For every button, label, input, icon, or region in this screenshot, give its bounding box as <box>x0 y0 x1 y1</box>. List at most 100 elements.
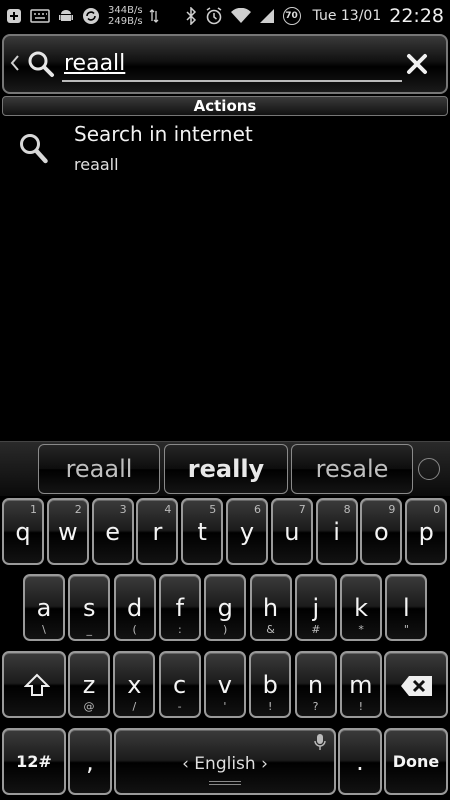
key-label: i <box>333 518 340 546</box>
key-hint: & <box>266 623 275 636</box>
key-q[interactable]: q1 <box>2 498 44 565</box>
keyboard-icon <box>30 9 50 23</box>
key-p[interactable]: p0 <box>405 498 448 565</box>
key-label: v <box>217 671 232 699</box>
key-o[interactable]: o9 <box>360 498 403 565</box>
key-label: g <box>217 594 233 622</box>
key-t[interactable]: t5 <box>181 498 224 565</box>
data-transfer-icon <box>149 8 159 24</box>
key-label: c <box>172 671 187 699</box>
key-label: x <box>127 671 142 699</box>
key-label: o <box>374 518 389 546</box>
key-b[interactable]: b! <box>249 651 292 718</box>
key-h[interactable]: h & <box>249 574 292 641</box>
key-u[interactable]: u7 <box>270 498 313 565</box>
key-hint: 3 <box>119 503 127 516</box>
key-hint: 2 <box>74 503 82 516</box>
close-icon <box>407 54 427 74</box>
key-y[interactable]: y6 <box>226 498 268 565</box>
key-n[interactable]: n? <box>294 651 337 718</box>
search-input[interactable] <box>62 46 402 82</box>
symbols-key[interactable]: 12# <box>2 728 66 795</box>
key-v[interactable]: v ' <box>203 651 246 718</box>
status-bar-right: 70 Tue 13/01 22:28 <box>185 5 444 27</box>
screen: 344B/s 249B/s 70 Tue 13/01 22:28 reaall … <box>0 0 450 800</box>
key-hint: 6 <box>254 503 261 516</box>
key-label: d <box>126 594 143 622</box>
key-label: h <box>262 594 279 622</box>
key-label: e <box>105 518 120 546</box>
key-hint: " <box>403 623 409 636</box>
back-chevron-icon[interactable] <box>10 52 24 76</box>
key-z[interactable]: z @ <box>68 651 110 718</box>
key-l[interactable]: l " <box>385 574 428 641</box>
key-r[interactable]: r4 <box>136 498 179 565</box>
language-next-chevron-icon: › <box>261 754 268 774</box>
sync-icon <box>82 7 100 25</box>
key-label: j <box>312 594 320 622</box>
key-g[interactable]: g) <box>204 574 247 641</box>
key-s[interactable]: s _ <box>68 574 111 641</box>
key-hint: @ <box>83 700 95 713</box>
key-label: p <box>418 518 434 546</box>
key-label: z <box>82 671 96 699</box>
backspace-key[interactable] <box>384 651 448 718</box>
android-icon <box>58 8 74 24</box>
key-i[interactable]: i8 <box>315 498 358 565</box>
shift-key[interactable] <box>2 651 66 718</box>
key-label: m <box>349 671 373 699</box>
search-icon <box>18 132 50 170</box>
status-time: 22:28 <box>389 5 444 27</box>
clear-search-button[interactable] <box>402 49 432 79</box>
key-c[interactable]: c- <box>158 651 201 718</box>
suggestion-2[interactable]: resale <box>291 444 413 494</box>
key-hint: 9 <box>388 503 396 516</box>
comma-key[interactable]: , <box>68 728 112 795</box>
space-bar-indicator <box>209 781 241 785</box>
key-label: w <box>57 518 78 546</box>
suggestion-1[interactable]: really <box>164 444 288 494</box>
emoji-icon[interactable] <box>418 458 440 480</box>
key-j[interactable]: j # <box>294 574 337 641</box>
microphone-icon <box>314 733 326 755</box>
search-icon <box>26 49 56 79</box>
key-m[interactable]: m! <box>339 651 382 718</box>
alarm-icon <box>205 7 223 25</box>
key-hint: ! <box>267 700 273 713</box>
key-label: l <box>403 594 410 622</box>
key-hint: 7 <box>298 503 306 516</box>
key-label: u <box>284 518 300 546</box>
suggestion-0[interactable]: reaall <box>38 444 160 494</box>
signal-icon <box>259 8 275 24</box>
key-w[interactable]: w2 <box>46 498 89 565</box>
backspace-icon <box>400 675 434 701</box>
status-bar: 344B/s 249B/s 70 Tue 13/01 22:28 <box>0 0 450 32</box>
battery-icon: 70 <box>282 7 301 25</box>
key-label: a <box>36 594 52 622</box>
space-key[interactable]: ‹ English › <box>114 728 336 795</box>
key-hint: ) <box>223 623 228 636</box>
plus-icon <box>6 8 22 24</box>
key-hint: 8 <box>343 503 351 516</box>
key-a[interactable]: a \ <box>23 574 65 641</box>
key-hint: 4 <box>164 503 172 516</box>
key-x[interactable]: x / <box>113 651 156 718</box>
key-hint: 5 <box>209 503 217 516</box>
actions-header: Actions <box>2 96 448 116</box>
period-key[interactable]: . <box>338 728 382 795</box>
key-hint: * <box>358 623 364 636</box>
key-hint: - <box>177 700 182 713</box>
key-hint: ( <box>132 623 137 636</box>
action-item-search-internet[interactable]: Search in internet reaall <box>0 118 450 186</box>
key-hint: ! <box>358 700 363 713</box>
key-k[interactable]: k * <box>340 574 383 641</box>
key-hint: 0 <box>433 503 441 516</box>
done-key[interactable]: Done <box>384 728 448 795</box>
key-label: q <box>15 518 31 546</box>
key-e[interactable]: e3 <box>91 498 134 565</box>
key-f[interactable]: f: <box>158 574 201 641</box>
key-d[interactable]: d( <box>113 574 156 641</box>
action-title: Search in internet <box>74 122 253 146</box>
search-bar <box>2 34 448 94</box>
action-subtitle: reaall <box>74 155 119 174</box>
